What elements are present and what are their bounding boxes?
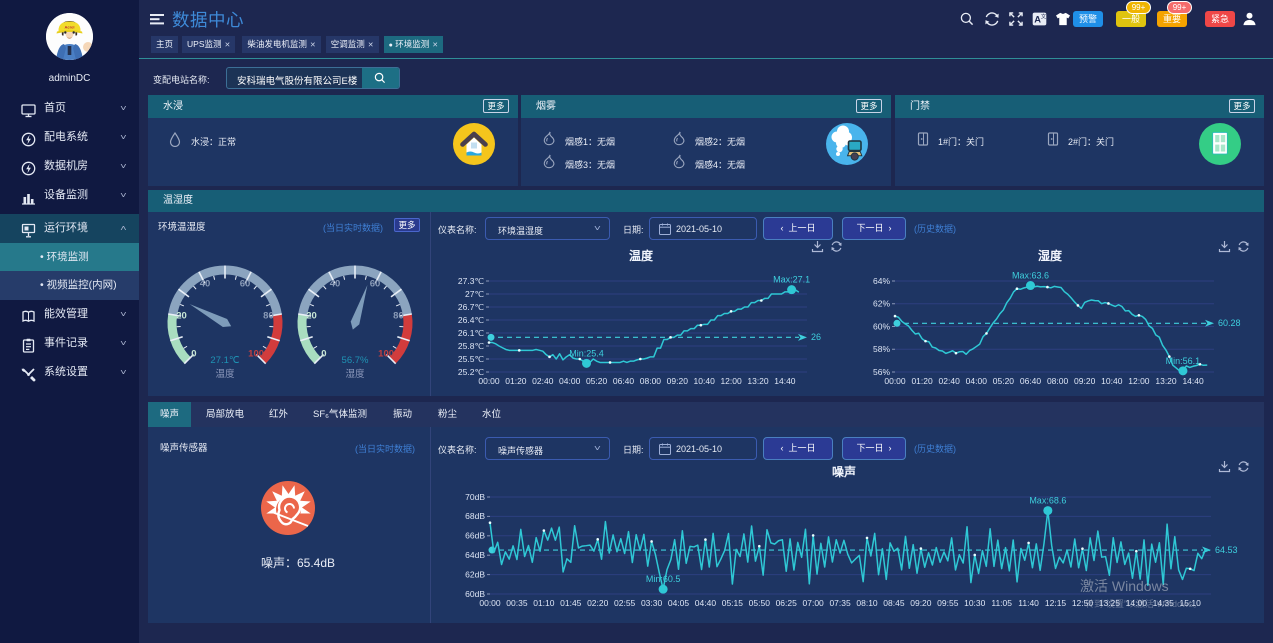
svg-text:10:40: 10:40 [1101, 376, 1123, 386]
svg-text:05:20: 05:20 [586, 376, 608, 386]
svg-text:26.1℃: 26.1℃ [458, 328, 485, 338]
svg-text:06:40: 06:40 [613, 376, 635, 386]
svg-text:09:20: 09:20 [1074, 376, 1096, 386]
svg-text:62dB: 62dB [465, 569, 485, 579]
svg-text:66dB: 66dB [465, 531, 485, 541]
svg-text:27℃: 27℃ [465, 289, 484, 299]
svg-text:64dB: 64dB [465, 550, 485, 560]
svg-text:Max:68.6: Max:68.6 [1029, 496, 1066, 506]
svg-text:09:20: 09:20 [910, 598, 932, 608]
svg-text:00:00: 00:00 [479, 598, 501, 608]
svg-text:08:00: 08:00 [640, 376, 662, 386]
svg-text:25.5℃: 25.5℃ [458, 354, 485, 364]
svg-text:10:30: 10:30 [964, 598, 986, 608]
svg-text:02:55: 02:55 [614, 598, 636, 608]
svg-text:08:00: 08:00 [1047, 376, 1069, 386]
svg-text:05:15: 05:15 [722, 598, 744, 608]
svg-text:13:20: 13:20 [1155, 376, 1177, 386]
svg-text:01:20: 01:20 [505, 376, 527, 386]
svg-text:10:40: 10:40 [694, 376, 716, 386]
svg-text:12:00: 12:00 [720, 376, 742, 386]
svg-text:11:05: 11:05 [991, 598, 1012, 608]
svg-text:12:15: 12:15 [1045, 598, 1067, 608]
svg-text:04:00: 04:00 [559, 376, 581, 386]
svg-text:08:45: 08:45 [883, 598, 905, 608]
svg-text:06:25: 06:25 [776, 598, 798, 608]
svg-text:00:00: 00:00 [478, 376, 500, 386]
svg-text:11:40: 11:40 [1018, 598, 1039, 608]
svg-text:02:40: 02:40 [532, 376, 554, 386]
svg-text:12:00: 12:00 [1128, 376, 1150, 386]
svg-text:Acrel: Acrel [64, 25, 74, 30]
svg-text:70dB: 70dB [465, 492, 485, 502]
svg-text:Min:25.4: Min:25.4 [569, 348, 604, 358]
svg-text:04:00: 04:00 [966, 376, 988, 386]
svg-text:温度: 温度 [629, 248, 654, 263]
svg-text:58%: 58% [873, 344, 890, 354]
svg-text:Max:63.6: Max:63.6 [1012, 271, 1049, 281]
svg-text:26.7℃: 26.7℃ [458, 302, 485, 312]
svg-text:25.8℃: 25.8℃ [458, 341, 485, 351]
svg-text:00:35: 00:35 [506, 598, 528, 608]
svg-text:13:20: 13:20 [747, 376, 769, 386]
svg-text:05:20: 05:20 [993, 376, 1015, 386]
svg-text:02:20: 02:20 [587, 598, 609, 608]
svg-text:60%: 60% [873, 321, 890, 331]
svg-text:09:20: 09:20 [667, 376, 689, 386]
svg-text:07:00: 07:00 [803, 598, 825, 608]
svg-text:26.4℃: 26.4℃ [458, 315, 485, 325]
svg-text:02:40: 02:40 [939, 376, 961, 386]
svg-text:09:55: 09:55 [937, 598, 959, 608]
svg-text:Min:60.5: Min:60.5 [646, 574, 681, 584]
svg-text:湿度: 湿度 [1038, 248, 1063, 263]
svg-text:01:45: 01:45 [560, 598, 582, 608]
svg-text:26: 26 [811, 332, 821, 342]
svg-text:01:10: 01:10 [533, 598, 555, 608]
svg-text:00:00: 00:00 [884, 376, 906, 386]
svg-text:62%: 62% [873, 299, 890, 309]
svg-text:60.28: 60.28 [1218, 318, 1241, 328]
svg-text:01:20: 01:20 [911, 376, 933, 386]
svg-text:14:40: 14:40 [1182, 376, 1204, 386]
svg-text:08:10: 08:10 [856, 598, 878, 608]
svg-text:Min:56.1: Min:56.1 [1166, 356, 1201, 366]
svg-text:14:40: 14:40 [774, 376, 796, 386]
svg-text:64.53: 64.53 [1215, 545, 1238, 555]
svg-text:Max:27.1: Max:27.1 [773, 275, 810, 285]
svg-text:68dB: 68dB [465, 511, 485, 521]
svg-text:07:35: 07:35 [829, 598, 851, 608]
svg-text:06:40: 06:40 [1020, 376, 1042, 386]
svg-text:04:40: 04:40 [695, 598, 717, 608]
svg-text:噪声: 噪声 [832, 464, 856, 479]
svg-text:05:50: 05:50 [749, 598, 771, 608]
svg-text:27.3℃: 27.3℃ [458, 276, 485, 286]
svg-text:64%: 64% [873, 276, 890, 286]
svg-text:03:30: 03:30 [641, 598, 663, 608]
svg-text:04:05: 04:05 [668, 598, 690, 608]
